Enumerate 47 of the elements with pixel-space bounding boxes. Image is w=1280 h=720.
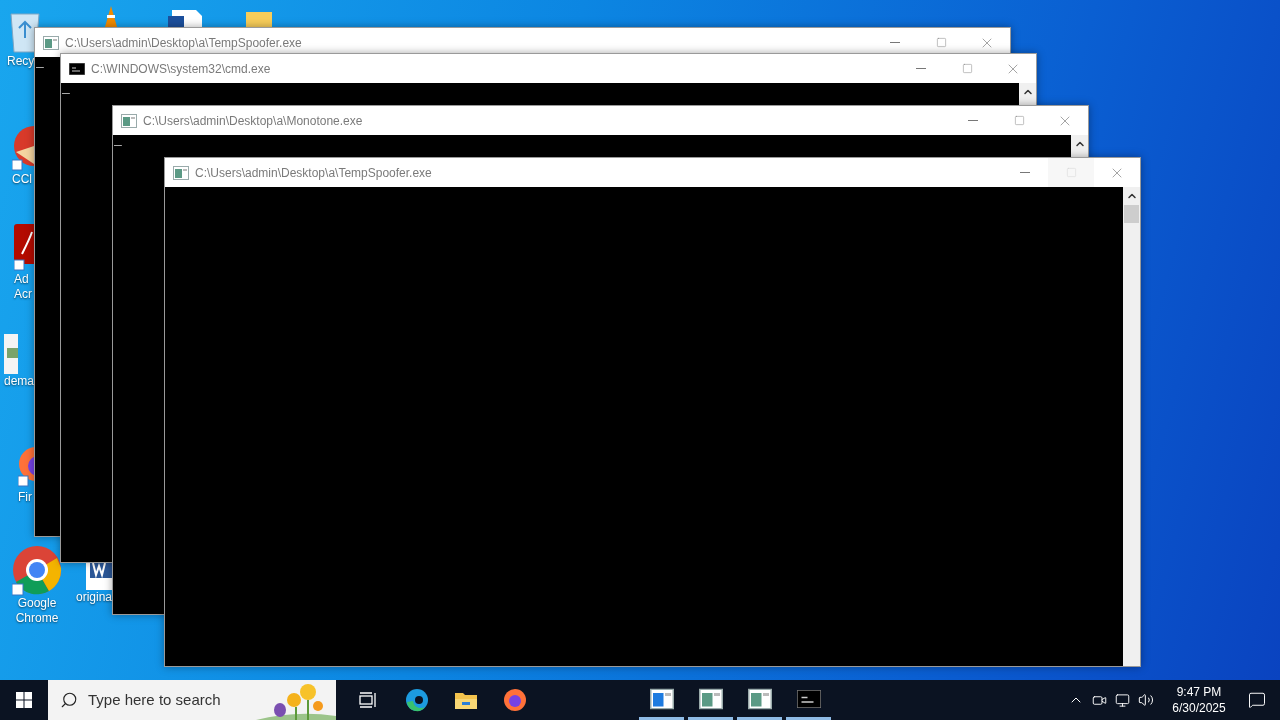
window-icon	[43, 35, 59, 50]
terminal-icon	[796, 689, 821, 708]
console-output: _	[36, 57, 44, 69]
console-output: _	[114, 135, 122, 147]
desktop-icon-label[interactable]: dema	[4, 374, 35, 389]
notification-icon	[1248, 691, 1266, 709]
scroll-up-button[interactable]	[1071, 135, 1088, 157]
search-input[interactable]: Type here to search	[88, 688, 258, 712]
scroll-up-button[interactable]	[1019, 83, 1036, 105]
window-icon	[698, 688, 723, 709]
image-file-icon	[4, 334, 18, 374]
scrollbar-thumb[interactable]	[1124, 205, 1139, 223]
maximize-icon	[961, 63, 973, 74]
folder-icon	[246, 12, 272, 27]
desktop-icon-label[interactable]: Fir	[18, 490, 32, 505]
desktop-icon-label[interactable]: origina	[76, 590, 113, 605]
windows-logo-icon	[16, 692, 32, 708]
network-icon[interactable]	[1115, 692, 1130, 708]
window-icon	[173, 165, 189, 180]
maximize-icon	[935, 37, 947, 48]
folder-icon	[455, 691, 477, 709]
desktop-icon-label[interactable]: Recy	[7, 54, 35, 69]
desktop-icon-label[interactable]: Google Chrome	[12, 596, 62, 626]
minimize-icon	[890, 42, 900, 43]
console-output: _	[62, 83, 70, 95]
window-title: C:\Users\admin\Desktop\a\TempSpoofer.exe	[65, 34, 302, 52]
desktop-icon-label[interactable]: CCl	[12, 172, 32, 187]
terminal-icon	[69, 62, 85, 75]
window-title: C:\Users\admin\Desktop\a\TempSpoofer.exe	[195, 164, 432, 182]
task-view-icon	[359, 692, 377, 708]
volume-icon[interactable]	[1138, 692, 1154, 708]
search-icon	[60, 691, 78, 709]
scrollbar[interactable]	[1123, 187, 1140, 666]
maximize-icon	[1013, 115, 1025, 126]
search-field[interactable]: Type here to search	[48, 680, 336, 720]
window-icon	[649, 688, 674, 709]
maximize-icon	[1065, 167, 1077, 178]
minimize-icon	[916, 68, 926, 69]
desktop-icon-label[interactable]: Ad Acr	[14, 272, 32, 302]
minimize-icon	[968, 120, 978, 121]
clock[interactable]: 9:47 PM 6/30/2025	[1164, 684, 1234, 716]
edge-icon	[405, 688, 429, 712]
window-title: C:\Users\admin\Desktop\a\Monotone.exe	[143, 112, 363, 130]
window-icon	[747, 688, 772, 709]
minimize-icon	[1020, 172, 1030, 173]
window-icon	[121, 113, 137, 128]
window-title: C:\WINDOWS\system32\cmd.exe	[91, 60, 271, 78]
